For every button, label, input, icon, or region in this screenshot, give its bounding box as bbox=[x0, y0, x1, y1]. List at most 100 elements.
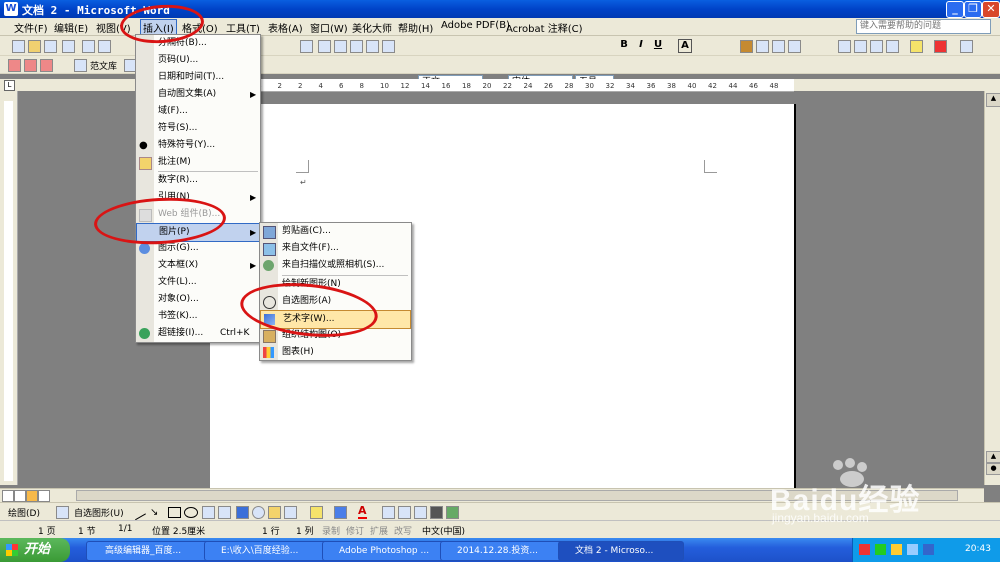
picture-tool-icon[interactable] bbox=[284, 506, 297, 519]
normal-view-icon[interactable] bbox=[2, 490, 14, 502]
numbering-icon[interactable] bbox=[838, 40, 851, 53]
line-color-icon[interactable] bbox=[334, 506, 347, 519]
tray-ime-icon[interactable] bbox=[907, 544, 918, 555]
menu-item-comment[interactable]: 批注(M) bbox=[136, 154, 260, 171]
submenu-item-chart[interactable]: 图表(H) bbox=[260, 344, 411, 361]
underline-button[interactable]: U bbox=[652, 39, 664, 51]
autoshapes-menu-button[interactable]: 自选图形(U) bbox=[74, 506, 124, 519]
template-icon[interactable] bbox=[74, 59, 87, 72]
align-justify-icon[interactable] bbox=[740, 40, 753, 53]
maximize-button[interactable]: ❐ bbox=[964, 1, 982, 18]
textbox-tool-icon[interactable] bbox=[202, 506, 215, 519]
clipart-tool-icon[interactable] bbox=[268, 506, 281, 519]
menu-table[interactable]: 表格(A) bbox=[268, 20, 303, 35]
menu-item-bookmark[interactable]: 书签(K)... bbox=[136, 308, 260, 325]
menu-window[interactable]: 窗口(W) bbox=[310, 20, 348, 35]
shadow-icon[interactable] bbox=[430, 506, 443, 519]
status-ovr[interactable]: 改写 bbox=[394, 524, 412, 537]
menu-item-number[interactable]: 数字(R)... bbox=[136, 172, 260, 189]
status-rec[interactable]: 录制 bbox=[322, 524, 340, 537]
print-view-icon[interactable] bbox=[26, 490, 38, 502]
save-icon[interactable] bbox=[44, 40, 57, 53]
tray-app-icon[interactable] bbox=[859, 544, 870, 555]
drawing-icon[interactable] bbox=[382, 40, 395, 53]
menu-item-field[interactable]: 域(F)... bbox=[136, 103, 260, 120]
submenu-item-scanner[interactable]: 来自扫描仪或照相机(S)... bbox=[260, 257, 411, 274]
diagram-tool-icon[interactable] bbox=[252, 506, 265, 519]
wordart-tool-icon[interactable] bbox=[236, 506, 249, 519]
menu-item-page-number[interactable]: 页码(U)... bbox=[136, 52, 260, 69]
3d-icon[interactable] bbox=[446, 506, 459, 519]
menu-acrobat-comment[interactable]: Acrobat 注释(C) bbox=[506, 20, 583, 35]
help-search-input[interactable]: 键入需要帮助的问题 bbox=[856, 19, 991, 34]
tray-volume-icon[interactable] bbox=[891, 544, 902, 555]
submenu-item-from-file[interactable]: 来自文件(F)... bbox=[260, 240, 411, 257]
outline-view-icon[interactable] bbox=[38, 490, 50, 502]
pdf-review-icon[interactable] bbox=[40, 59, 53, 72]
bookmark-icon[interactable] bbox=[960, 40, 973, 53]
menu-edit[interactable]: 编辑(E) bbox=[54, 20, 88, 35]
hyperlink-icon[interactable] bbox=[300, 40, 313, 53]
decrease-indent-icon[interactable] bbox=[870, 40, 883, 53]
dash-style-icon[interactable] bbox=[398, 506, 411, 519]
draw-menu-button[interactable]: 绘图(D) bbox=[8, 506, 40, 519]
menu-beautify[interactable]: 美化大师 bbox=[352, 20, 392, 35]
line-style-icon[interactable] bbox=[382, 506, 395, 519]
fill-color-icon[interactable] bbox=[310, 506, 323, 519]
start-button[interactable]: 开始 bbox=[0, 538, 70, 562]
submenu-item-clipart[interactable]: 剪贴画(C)... bbox=[260, 223, 411, 240]
oval-tool-icon[interactable] bbox=[184, 507, 198, 518]
menu-item-special-symbol[interactable]: ● 特殊符号(Y)... bbox=[136, 137, 260, 154]
new-icon[interactable] bbox=[12, 40, 25, 53]
status-trk[interactable]: 修订 bbox=[346, 524, 364, 537]
font-color-draw-icon[interactable]: A bbox=[358, 504, 367, 519]
align-center-icon[interactable] bbox=[756, 40, 769, 53]
taskbar-item-word[interactable]: 文档 2 - Microso... bbox=[558, 541, 684, 561]
tables-borders-icon[interactable] bbox=[318, 40, 331, 53]
taskbar-item-excel[interactable]: 2014.12.28.投资... bbox=[440, 541, 566, 561]
arrow-style-icon[interactable] bbox=[414, 506, 427, 519]
menu-item-date-time[interactable]: 日期和时间(T)... bbox=[136, 69, 260, 86]
permission-icon[interactable] bbox=[62, 40, 75, 53]
template-library-label[interactable]: 范文库 bbox=[90, 59, 117, 72]
pdf-convert-icon[interactable] bbox=[8, 59, 21, 72]
taskbar-item-editor[interactable]: 高级编辑器_百度... bbox=[86, 541, 218, 561]
bold-button[interactable]: B bbox=[618, 39, 630, 51]
open-icon[interactable] bbox=[28, 40, 41, 53]
increase-indent-icon[interactable] bbox=[886, 40, 899, 53]
char-border-button[interactable]: A bbox=[678, 39, 692, 53]
menu-item-textbox[interactable]: 文本框(X) ▶ bbox=[136, 257, 260, 274]
italic-button[interactable]: I bbox=[635, 39, 647, 51]
arrow-tool-icon[interactable]: ↘ bbox=[150, 507, 158, 518]
insert-excel-icon[interactable] bbox=[350, 40, 363, 53]
tray-network-icon[interactable] bbox=[875, 544, 886, 555]
distributed-icon[interactable] bbox=[788, 40, 801, 53]
menu-item-file[interactable]: 文件(L)... bbox=[136, 274, 260, 291]
tray-security-icon[interactable] bbox=[923, 544, 934, 555]
horizontal-ruler[interactable]: 8642246810121416182022242628303234363840… bbox=[210, 79, 794, 92]
pdf-email-icon[interactable] bbox=[24, 59, 37, 72]
menu-help[interactable]: 帮助(H) bbox=[398, 20, 433, 35]
web-view-icon[interactable] bbox=[14, 490, 26, 502]
align-right-icon[interactable] bbox=[772, 40, 785, 53]
menu-item-symbol[interactable]: 符号(S)... bbox=[136, 120, 260, 137]
vertical-scrollbar[interactable]: ▲ ▲ ● bbox=[984, 91, 1000, 485]
menu-item-autotext[interactable]: 自动图文集(A) ▶ bbox=[136, 86, 260, 103]
menu-item-hyperlink[interactable]: 超链接(I)... Ctrl+K bbox=[136, 325, 260, 342]
status-ext[interactable]: 扩展 bbox=[370, 524, 388, 537]
bullets-icon[interactable] bbox=[854, 40, 867, 53]
menu-tools[interactable]: 工具(T) bbox=[226, 20, 260, 35]
close-button[interactable]: ✕ bbox=[982, 1, 1000, 18]
minimize-button[interactable]: _ bbox=[946, 1, 964, 18]
font-color-icon[interactable] bbox=[934, 40, 947, 53]
menu-adobe-pdf[interactable]: Adobe PDF(B) bbox=[441, 20, 510, 31]
vertical-ruler[interactable] bbox=[0, 91, 18, 485]
insert-table-icon[interactable] bbox=[334, 40, 347, 53]
taskbar-item-folder[interactable]: E:\收入\百度经验... bbox=[204, 541, 330, 561]
columns-icon[interactable] bbox=[366, 40, 379, 53]
tray-clock[interactable]: 20:43 bbox=[965, 544, 991, 554]
taskbar-item-photoshop[interactable]: Adobe Photoshop ... bbox=[322, 541, 448, 561]
print-preview-icon[interactable] bbox=[98, 40, 111, 53]
highlight-icon[interactable] bbox=[910, 40, 923, 53]
menu-file[interactable]: 文件(F) bbox=[14, 20, 48, 35]
